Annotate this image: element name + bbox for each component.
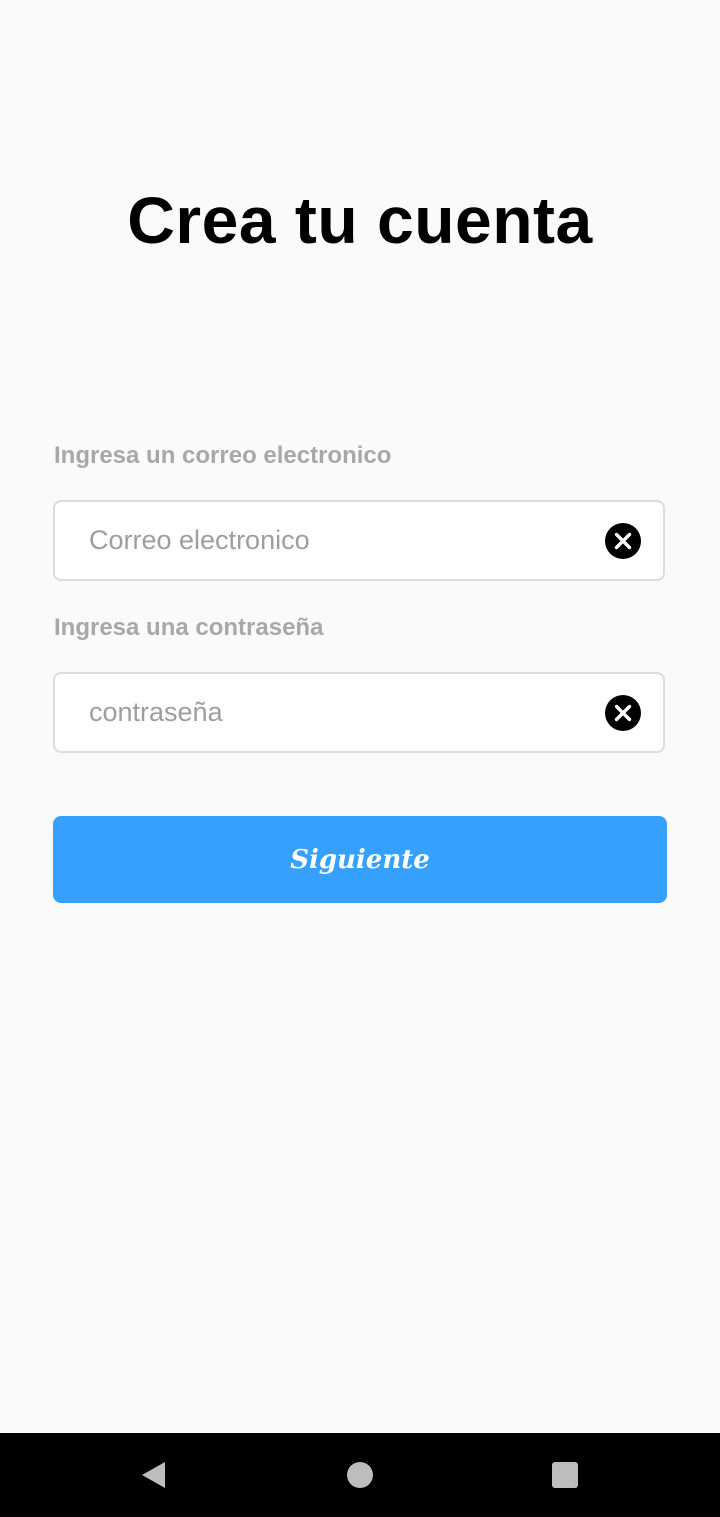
email-field[interactable] [89,502,589,579]
password-clear-button[interactable] [605,695,641,731]
close-circle-icon [614,532,632,550]
close-circle-icon [614,704,632,722]
email-label: Ingresa un correo electronico [54,442,392,469]
password-field-container [53,672,665,753]
square-recents-icon [552,1462,578,1488]
create-account-screen: Crea tu cuenta Ingresa un correo electro… [0,0,720,1433]
password-label: Ingresa una contraseña [54,614,324,641]
recents-button[interactable] [547,1457,583,1493]
email-field-container [53,500,665,581]
next-button[interactable]: Siguiente [53,816,667,903]
triangle-back-icon [142,1462,165,1488]
back-button[interactable] [136,1457,172,1493]
email-clear-button[interactable] [605,523,641,559]
password-field[interactable] [89,674,589,751]
system-navigation-bar [0,1433,720,1517]
home-button[interactable] [342,1457,378,1493]
page-title: Crea tu cuenta [127,183,593,257]
circle-home-icon [347,1462,373,1488]
